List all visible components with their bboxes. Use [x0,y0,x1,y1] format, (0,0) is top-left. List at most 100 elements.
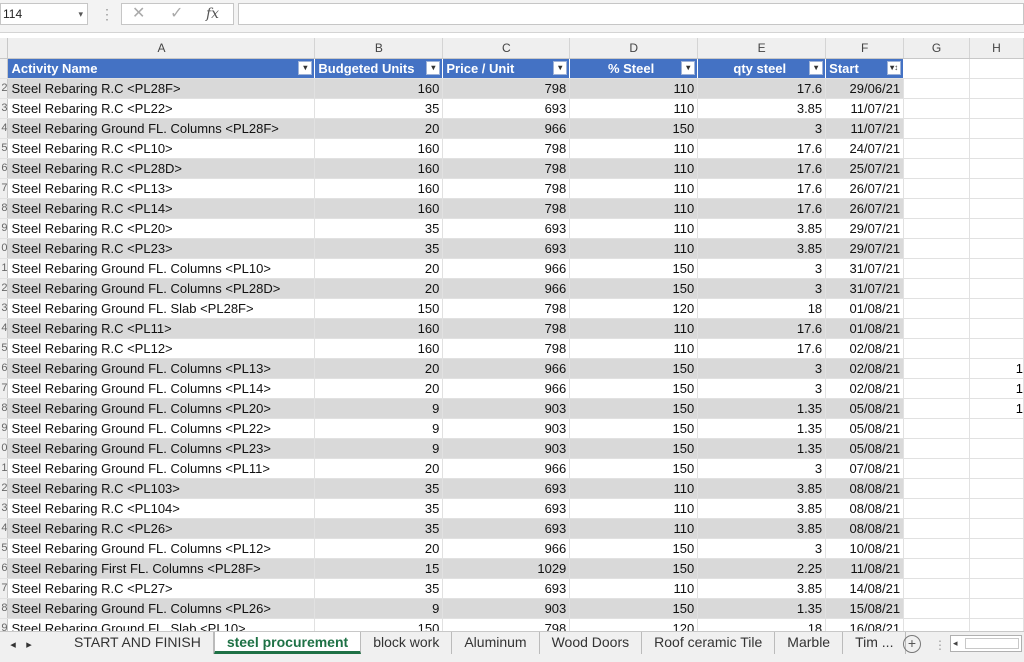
cell-activity-name[interactable]: Steel Rebaring R.C <PL13> [7,178,316,199]
cell[interactable] [903,538,971,559]
cell-column-h[interactable] [969,498,1024,519]
cell-percent-steel[interactable]: 150 [569,558,699,579]
cell-activity-name[interactable]: Steel Rebaring Ground FL. Columns <PL28F… [7,118,316,139]
cell-percent-steel[interactable]: 110 [569,78,699,99]
cell-start[interactable]: 08/08/21 [825,518,905,539]
row-header[interactable]: 5 [0,338,9,359]
cell-price-per-unit[interactable]: 903 [442,598,571,619]
cell-qty-steel[interactable]: 2.25 [697,558,827,579]
scroll-left-icon[interactable]: ◂ [953,636,958,651]
row-header[interactable]: 5 [0,138,9,159]
row-header[interactable] [0,58,9,79]
cell-column-h[interactable] [969,478,1024,499]
cell-start[interactable]: 10/08/21 [825,538,905,559]
cell-price-per-unit[interactable]: 798 [442,78,571,99]
cell-price-per-unit[interactable]: 966 [442,258,571,279]
cell-start[interactable]: 14/08/21 [825,578,905,599]
cell-budgeted-units[interactable]: 150 [314,298,444,319]
row-header[interactable]: 4 [0,318,9,339]
cell-activity-name[interactable]: Steel Rebaring Ground FL. Columns <PL13> [7,358,316,379]
cell-percent-steel[interactable]: 110 [569,138,699,159]
cell-price-per-unit[interactable]: 903 [442,418,571,439]
add-sheet-icon[interactable]: + [903,635,921,653]
cell-budgeted-units[interactable]: 35 [314,238,444,259]
column-header[interactable]: B [314,38,444,59]
header-budgeted-units[interactable]: Budgeted Units ▾ [314,58,444,79]
cell[interactable] [903,358,971,379]
row-header[interactable]: 7 [0,378,9,399]
cell-activity-name[interactable]: Steel Rebaring R.C <PL22> [7,98,316,119]
cell-budgeted-units[interactable]: 35 [314,98,444,119]
cell-qty-steel[interactable]: 3.85 [697,98,827,119]
cell-budgeted-units[interactable]: 15 [314,558,444,579]
cell-start[interactable]: 08/08/21 [825,498,905,519]
cell-price-per-unit[interactable]: 798 [442,318,571,339]
cell-percent-steel[interactable]: 110 [569,238,699,259]
cell-budgeted-units[interactable]: 160 [314,338,444,359]
cell-percent-steel[interactable]: 150 [569,458,699,479]
cell[interactable] [903,318,971,339]
cell-budgeted-units[interactable]: 20 [314,538,444,559]
cell-column-h[interactable]: 1 [969,398,1024,419]
cell-percent-steel[interactable]: 150 [569,118,699,139]
filter-dropdown-icon[interactable]: ▾ [809,60,824,75]
cell-budgeted-units[interactable]: 35 [314,518,444,539]
cell-activity-name[interactable]: Steel Rebaring R.C <PL20> [7,218,316,239]
cell[interactable] [903,118,971,139]
cell-column-h[interactable] [969,118,1024,139]
cell-start[interactable]: 08/08/21 [825,478,905,499]
cell-price-per-unit[interactable]: 798 [442,298,571,319]
cell[interactable] [903,218,971,239]
cell-percent-steel[interactable]: 110 [569,178,699,199]
row-header[interactable]: 3 [0,498,9,519]
cell[interactable] [903,558,971,579]
cell-activity-name[interactable]: Steel Rebaring R.C <PL23> [7,238,316,259]
cell-start[interactable]: 05/08/21 [825,398,905,419]
cell-activity-name[interactable]: Steel Rebaring R.C <PL27> [7,578,316,599]
cell-qty-steel[interactable]: 17.6 [697,138,827,159]
cell-percent-steel[interactable]: 110 [569,578,699,599]
cell-start[interactable]: 29/07/21 [825,238,905,259]
cell-percent-steel[interactable]: 110 [569,158,699,179]
header-price-per-unit[interactable]: Price / Unit ▾ [442,58,571,79]
row-header[interactable]: 1 [0,458,9,479]
cell-column-h[interactable] [969,578,1024,599]
cell-column-h[interactable]: 1 [969,358,1024,379]
cell-percent-steel[interactable]: 110 [569,518,699,539]
cell-start[interactable]: 15/08/21 [825,598,905,619]
cell-budgeted-units[interactable]: 20 [314,278,444,299]
cell-budgeted-units[interactable]: 160 [314,318,444,339]
column-header[interactable]: E [697,38,827,59]
horizontal-scrollbar[interactable]: ◂ [950,635,1022,652]
cell-budgeted-units[interactable]: 20 [314,458,444,479]
cell-activity-name[interactable]: Steel Rebaring R.C <PL26> [7,518,316,539]
cell-start[interactable]: 24/07/21 [825,138,905,159]
cell-budgeted-units[interactable]: 20 [314,258,444,279]
cell-budgeted-units[interactable]: 35 [314,578,444,599]
cell-percent-steel[interactable]: 120 [569,298,699,319]
sheet-tab[interactable]: Marble [775,632,844,654]
cell[interactable] [903,598,971,619]
cell-start[interactable]: 05/08/21 [825,418,905,439]
cell-budgeted-units[interactable]: 160 [314,178,444,199]
sheet-tab[interactable]: Roof ceramic Tile [642,632,776,654]
cell-start[interactable]: 02/08/21 [825,378,905,399]
filter-dropdown-icon[interactable]: ▾ [298,60,313,75]
cell[interactable] [903,138,971,159]
cell-price-per-unit[interactable]: 693 [442,578,571,599]
cell-column-h[interactable] [969,218,1024,239]
cell-start[interactable]: 01/08/21 [825,298,905,319]
row-header[interactable]: 9 [0,618,9,631]
cell-price-per-unit[interactable]: 966 [442,278,571,299]
row-header[interactable]: 7 [0,578,9,599]
cell-column-h[interactable] [969,158,1024,179]
cell-column-h[interactable] [969,338,1024,359]
cell[interactable] [903,618,971,631]
cell-column-h[interactable] [969,458,1024,479]
cell-percent-steel[interactable]: 150 [569,598,699,619]
filter-dropdown-icon[interactable]: ▾ [681,60,696,75]
cell-activity-name[interactable]: Steel Rebaring R.C <PL104> [7,498,316,519]
cell-column-h[interactable] [969,538,1024,559]
cell-price-per-unit[interactable]: 903 [442,398,571,419]
row-header[interactable]: 5 [0,538,9,559]
